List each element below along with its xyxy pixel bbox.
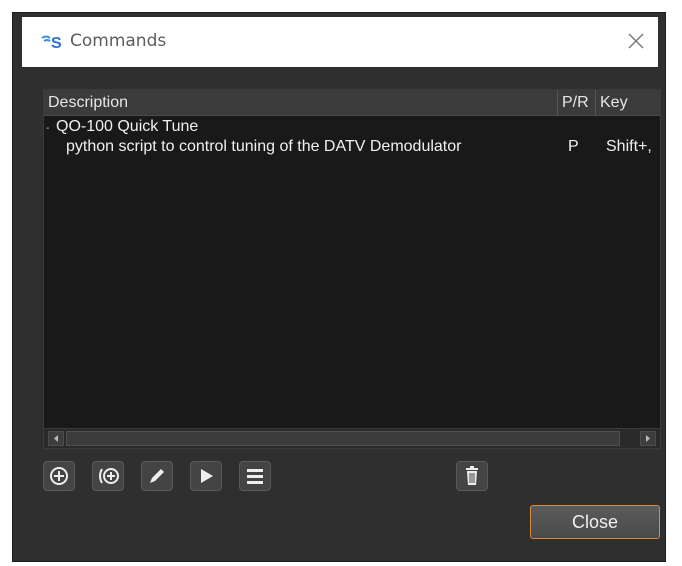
table-row[interactable]: python script to control tuning of the D… [44,137,662,157]
close-button[interactable]: Close [530,505,660,539]
scroll-left-button[interactable] [48,431,64,446]
commands-dialog: S Commands Description P/R Key - QO-100 Q… [12,12,666,562]
list-view-button[interactable] [239,461,271,491]
collapse-icon[interactable]: - [46,119,56,139]
command-group-row[interactable]: - QO-100 Quick Tune [46,117,198,137]
command-pr: P [568,138,579,155]
edit-icon [150,469,164,483]
delete-command-button[interactable] [456,461,488,491]
column-header-key[interactable]: Key [596,90,662,116]
delete-icon [466,466,478,485]
run-command-button[interactable] [190,461,222,491]
app-logo-icon: S [41,35,62,50]
window-title: Commands [70,31,167,51]
column-header-pr[interactable]: P/R [558,90,596,116]
svg-text:S: S [51,35,62,50]
horizontal-scrollbar[interactable] [44,428,660,448]
add-command-button[interactable] [43,461,75,491]
edit-command-button[interactable] [141,461,173,491]
arrow-left-icon [54,435,58,442]
command-key: Shift+, [606,138,652,155]
add-group-icon [99,468,119,484]
title-bar: S Commands [22,17,658,67]
group-label: QO-100 Quick Tune [56,118,199,135]
run-icon [201,469,213,483]
command-description: python script to control tuning of the D… [66,138,462,155]
close-icon[interactable] [624,29,648,53]
table-header: Description P/R Key [44,90,660,116]
scrollbar-thumb[interactable] [66,431,620,446]
arrow-right-icon [646,435,650,442]
commands-table: Description P/R Key - QO-100 Quick Tune p… [43,89,661,449]
add-icon [50,467,68,485]
scroll-right-button[interactable] [640,431,656,446]
column-header-description[interactable]: Description [44,90,558,116]
list-icon [247,469,263,484]
add-group-button[interactable] [92,461,124,491]
